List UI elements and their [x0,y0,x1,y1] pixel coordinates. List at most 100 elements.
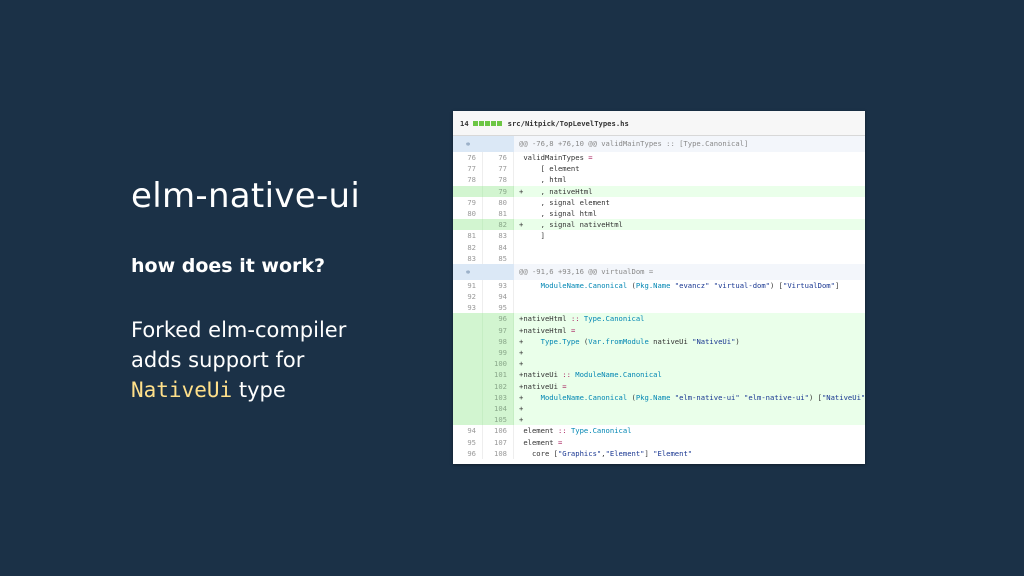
new-line-number[interactable]: 81 [483,207,514,220]
diff-context-line: 94 106 element :: Type.Canonical [453,425,865,437]
diff-stat-bars [472,120,503,126]
diff-added-line: 100 + [453,358,865,370]
new-line-number[interactable]: 108 [483,447,514,459]
diff-code: + , nativeHtml [519,186,593,196]
new-line-number[interactable]: 105 [483,414,514,426]
diff-context-line: 96 108 core ["Graphics","Element"] "Eleme… [453,447,865,459]
code-word: NativeUi [131,378,233,402]
hunk-header-text: @@ -91,6 +93,16 @@ virtualDom = [519,266,654,276]
diff-code: , signal html [519,208,597,218]
diff-code: ModuleName.Canonical (Pkg.Name "evancz" … [540,280,840,290]
diff-change-count: 14 [460,118,469,128]
old-line-number[interactable] [453,313,483,325]
diff-code: , signal element [519,197,610,207]
old-line-number[interactable] [453,402,483,415]
diff-code: + [519,348,524,357]
old-line-number[interactable] [453,380,483,392]
new-line-number[interactable]: 97 [483,324,514,336]
new-line-number[interactable]: 95 [483,302,514,314]
old-line-number[interactable]: 93 [453,302,483,314]
expand-icon[interactable]: ✲ [453,263,483,280]
diff-context-line: 81 83 ] [453,230,865,242]
new-line-number[interactable]: 84 [483,241,514,253]
new-line-number[interactable]: 104 [483,402,514,415]
old-line-number[interactable]: 79 [453,196,483,208]
old-line-number[interactable]: 80 [453,207,483,220]
diff-file-path[interactable]: src/Nitpick/TopLevelTypes.hs [508,119,629,128]
new-line-number[interactable]: 107 [483,436,514,448]
new-line-number[interactable]: 78 [483,174,514,186]
diff-code: element = [519,437,563,447]
new-line-number[interactable]: 85 [483,252,514,264]
old-line-number[interactable] [453,324,483,336]
new-line-number[interactable]: 98 [483,335,514,347]
old-line-number[interactable]: 83 [453,252,483,264]
hunk-header-1: ✲ @@ -76,8 +76,10 @@ validMainTypes :: [… [453,136,865,152]
diff-code: core ["Graphics","Element"] "Element" [519,448,693,458]
new-line-number[interactable]: 83 [483,230,514,242]
diff-code: +nativeUi = [519,381,567,391]
old-line-number[interactable]: 96 [453,447,483,459]
hunk-header-text: @@ -76,8 +76,10 @@ validMainTypes :: [Ty… [519,139,749,148]
new-line-number[interactable]: 102 [483,380,514,392]
new-line-number[interactable]: 93 [483,279,514,292]
old-line-number[interactable] [453,369,483,381]
diff-code: validMainTypes = [519,153,593,162]
diff-code: +nativeHtml :: Type.Canonical [519,314,645,324]
diff-added-line: 103 + ModuleName.Canonical (Pkg.Name "elm… [453,391,865,403]
new-line-number[interactable]: 76 [483,152,514,164]
new-line-number[interactable]: 77 [483,163,514,175]
old-line-number[interactable]: 92 [453,291,483,303]
old-line-number[interactable] [453,391,483,403]
new-line-number[interactable]: 79 [483,185,514,197]
diff-code [514,253,865,264]
diff-code [514,242,865,253]
old-line-number[interactable] [453,335,483,347]
old-line-number[interactable] [453,219,483,231]
diff-code: + , signal nativeHtml [519,220,623,230]
old-line-number[interactable]: 77 [453,163,483,175]
old-line-number[interactable] [453,347,483,359]
diff-context-line: 95 107 element = [453,436,865,448]
old-line-number[interactable]: 78 [453,174,483,186]
body-line-3: NativeUi type [131,375,346,405]
diff-added-line: 98 + Type.Type (Var.fromModule nativeUi "… [453,335,865,347]
new-line-number[interactable]: 101 [483,369,514,381]
old-line-number[interactable] [453,414,483,426]
diff-context-line: 91 93 ModuleName.Canonical (Pkg.Name "eva… [453,279,865,292]
old-line-number[interactable]: 95 [453,436,483,448]
diff-context-line: 79 80 , signal element [453,196,865,208]
diff-added-line: 99 + [453,347,865,359]
diff-code: +nativeUi :: ModuleName.Canonical [519,370,662,380]
old-line-number[interactable]: 94 [453,425,483,437]
slide-subtitle: how does it work? [131,255,326,277]
new-line-number[interactable]: 82 [483,219,514,231]
old-line-number[interactable] [453,185,483,197]
new-line-number[interactable]: 103 [483,391,514,403]
hunk-2-rows: 91 93 ModuleName.Canonical (Pkg.Name "eva… [453,279,865,459]
new-line-number[interactable]: 100 [483,358,514,370]
diff-code: + Type.Type (Var.fromModule nativeUi "Na… [519,336,740,346]
new-line-number[interactable]: 99 [483,347,514,359]
diff-added-line: 101 +nativeUi :: ModuleName.Canonical [453,369,865,381]
body-line-1: Forked elm-compiler [131,318,347,342]
diff-code: ] [519,231,545,241]
new-line-number[interactable]: 94 [483,291,514,303]
old-line-number[interactable] [453,358,483,370]
new-line-number[interactable]: 80 [483,196,514,208]
expand-icon[interactable]: ✲ [453,136,483,152]
old-line-number[interactable]: 82 [453,241,483,253]
diff-added-line: 97 +nativeHtml = [453,324,865,336]
hunk-1-rows: 76 76 validMainTypes = 77 77 [ element 78 78 … [453,152,865,264]
hunk-header-2: ✲ @@ -91,6 +93,16 @@ virtualDom = [453,263,865,280]
new-line-number[interactable]: 106 [483,425,514,437]
diff-code: + [519,359,524,369]
diff-code: , html [519,175,567,185]
diff-code: +nativeHtml = [519,325,576,335]
diff-context-line: 76 76 validMainTypes = [453,152,865,164]
new-line-number[interactable]: 96 [483,313,514,325]
slide-body: Forked elm-compiler adds support for Nat… [131,315,346,405]
old-line-number[interactable]: 91 [453,279,483,292]
old-line-number[interactable]: 81 [453,230,483,242]
old-line-number[interactable]: 76 [453,152,483,164]
